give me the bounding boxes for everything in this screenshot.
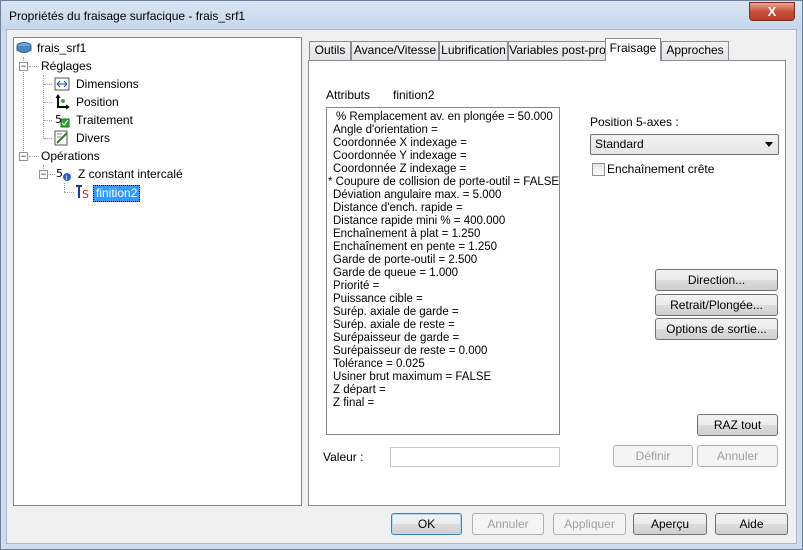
list-item[interactable]: Surépaisseur de garde = <box>333 332 459 345</box>
position-icon <box>55 94 70 110</box>
list-item[interactable]: Enchaînement en pente = 1.250 <box>333 241 497 254</box>
list-item[interactable]: Tolérance = 0.025 <box>333 358 425 371</box>
tree-connector <box>64 183 65 192</box>
output-options-button[interactable]: Options de sortie... <box>655 318 778 340</box>
tab-feed-speed[interactable]: Avance/Vitesse <box>351 41 439 60</box>
tree-item-processing[interactable]: 5 Traitement <box>44 112 194 129</box>
svg-text:i: i <box>66 174 68 182</box>
tree-item-position[interactable]: Position <box>44 94 194 111</box>
list-item[interactable]: Usiner brut maximum = FALSE <box>333 371 491 384</box>
toolpath-icon: S <box>76 185 89 200</box>
value-label: Valeur : <box>323 450 364 464</box>
tab-approaches[interactable]: Approches <box>661 41 729 60</box>
attr-cancel-button[interactable]: Annuler <box>697 445 778 467</box>
list-item[interactable]: Distance d'ench. rapide = <box>333 202 463 215</box>
tree-node-root[interactable]: frais_srf1 <box>16 40 216 57</box>
list-item[interactable]: Garde de queue = 1.000 <box>333 267 458 280</box>
list-item[interactable]: Angle d'orientation = <box>333 124 438 137</box>
list-item[interactable]: Puissance cible = <box>333 293 423 306</box>
tree-settings-label: Réglages <box>41 59 92 73</box>
tree-view[interactable]: frais_srf1 − Réglages Dimensions Positio… <box>13 37 302 506</box>
operation-icon: 5 i <box>56 167 71 182</box>
tree-root-label: frais_srf1 <box>37 41 87 55</box>
tree-connector <box>29 66 37 67</box>
direction-button[interactable]: Direction... <box>655 269 778 291</box>
chevron-down-icon <box>765 142 773 147</box>
svg-text:S: S <box>82 188 89 200</box>
title-bar[interactable]: Propriétés du fraisage surfacique - frai… <box>1 1 802 31</box>
window-title: Propriétés du fraisage surfacique - frai… <box>9 9 246 23</box>
apply-button[interactable]: Appliquer <box>553 513 626 535</box>
list-item[interactable]: Z final = <box>333 397 374 410</box>
tree-selected-label: finition2 <box>93 185 141 202</box>
tab-post-variables[interactable]: Variables post-pro <box>508 41 607 60</box>
tree-item-label: Divers <box>76 131 111 145</box>
retract-button[interactable]: Retrait/Plongée... <box>655 294 778 316</box>
part-icon <box>16 42 32 53</box>
tab-tools[interactable]: Outils <box>309 41 351 60</box>
dimensions-icon <box>54 77 70 91</box>
tree-node-toolpath[interactable]: S finition2 <box>74 184 274 202</box>
collapse-icon[interactable]: − <box>19 62 28 71</box>
collapse-icon[interactable]: − <box>19 152 28 161</box>
tree-item-dimensions[interactable]: Dimensions <box>44 76 194 93</box>
list-item[interactable]: Coordonnée X indexage = <box>333 137 467 150</box>
tree-operations-label: Opérations <box>41 149 100 163</box>
reset-all-button[interactable]: RAZ tout <box>697 414 778 436</box>
list-item[interactable]: Enchaînement à plat = 1.250 <box>333 228 480 241</box>
tree-connector <box>44 84 52 85</box>
misc-icon <box>54 130 68 146</box>
cancel-button[interactable]: Annuler <box>472 513 544 535</box>
processing-icon: 5 <box>55 113 70 128</box>
attributes-list[interactable]: % Remplacement av. en plongée = 50.000 A… <box>326 107 560 435</box>
ok-button[interactable]: OK <box>391 513 462 535</box>
tree-item-label: Traitement <box>76 113 133 127</box>
position5-label: Position 5-axes : <box>590 115 679 129</box>
tree-node-operation[interactable]: 5 i Z constant intercalé <box>56 166 256 183</box>
tree-connector <box>64 192 74 193</box>
attributes-label: Attributs <box>326 88 371 102</box>
tree-connector <box>29 156 37 157</box>
list-item[interactable]: Garde de porte-outil = 2.500 <box>333 254 477 267</box>
position5-select[interactable]: Standard <box>590 134 779 155</box>
attributes-target: finition2 <box>393 88 435 102</box>
list-item[interactable]: Coordonnée Z indexage = <box>333 163 466 176</box>
list-item[interactable]: % Remplacement av. en plongée = 50.000 <box>336 111 553 124</box>
tree-connector <box>44 138 52 139</box>
help-button[interactable]: Aide <box>715 513 788 535</box>
list-item[interactable]: Z départ = <box>333 384 386 397</box>
close-button[interactable]: X <box>749 2 795 21</box>
list-item[interactable]: Distance rapide mini % = 400.000 <box>333 215 505 228</box>
list-item[interactable]: * Coupure de collision de porte-outil = … <box>328 176 559 189</box>
value-input[interactable] <box>390 447 560 467</box>
preview-button[interactable]: Aperçu <box>633 513 707 535</box>
tab-milling[interactable]: Fraisage <box>605 38 661 61</box>
svg-text:5: 5 <box>56 167 63 180</box>
list-item[interactable]: Déviation angulaire max. = 5.000 <box>333 189 501 202</box>
ridge-checkbox[interactable] <box>592 163 605 176</box>
collapse-icon[interactable]: − <box>39 170 48 179</box>
define-button[interactable]: Définir <box>613 445 693 467</box>
tree-connector <box>49 174 55 175</box>
list-item[interactable]: Coordonnée Y indexage = <box>333 150 467 163</box>
tree-item-label: Dimensions <box>76 77 139 91</box>
tree-item-label: Position <box>76 95 119 109</box>
tree-connector <box>23 57 24 157</box>
tree-item-misc[interactable]: Divers <box>44 130 194 147</box>
list-item[interactable]: Surép. axiale de reste = <box>333 319 455 332</box>
tree-connector <box>44 102 52 103</box>
position5-value: Standard <box>595 137 644 151</box>
list-item[interactable]: Priorité = <box>333 280 379 293</box>
tab-lubrication[interactable]: Lubrification <box>439 41 508 60</box>
list-item[interactable]: Surép. axiale de garde = <box>333 306 459 319</box>
tree-connector <box>44 120 52 121</box>
ridge-checkbox-label: Enchaînement crête <box>607 162 715 176</box>
list-item[interactable]: Surépaisseur de reste = 0.000 <box>333 345 487 358</box>
tree-operation-label: Z constant intercalé <box>78 167 183 181</box>
tab-strip: Outils Avance/Vitesse Lubrification Vari… <box>309 38 784 62</box>
